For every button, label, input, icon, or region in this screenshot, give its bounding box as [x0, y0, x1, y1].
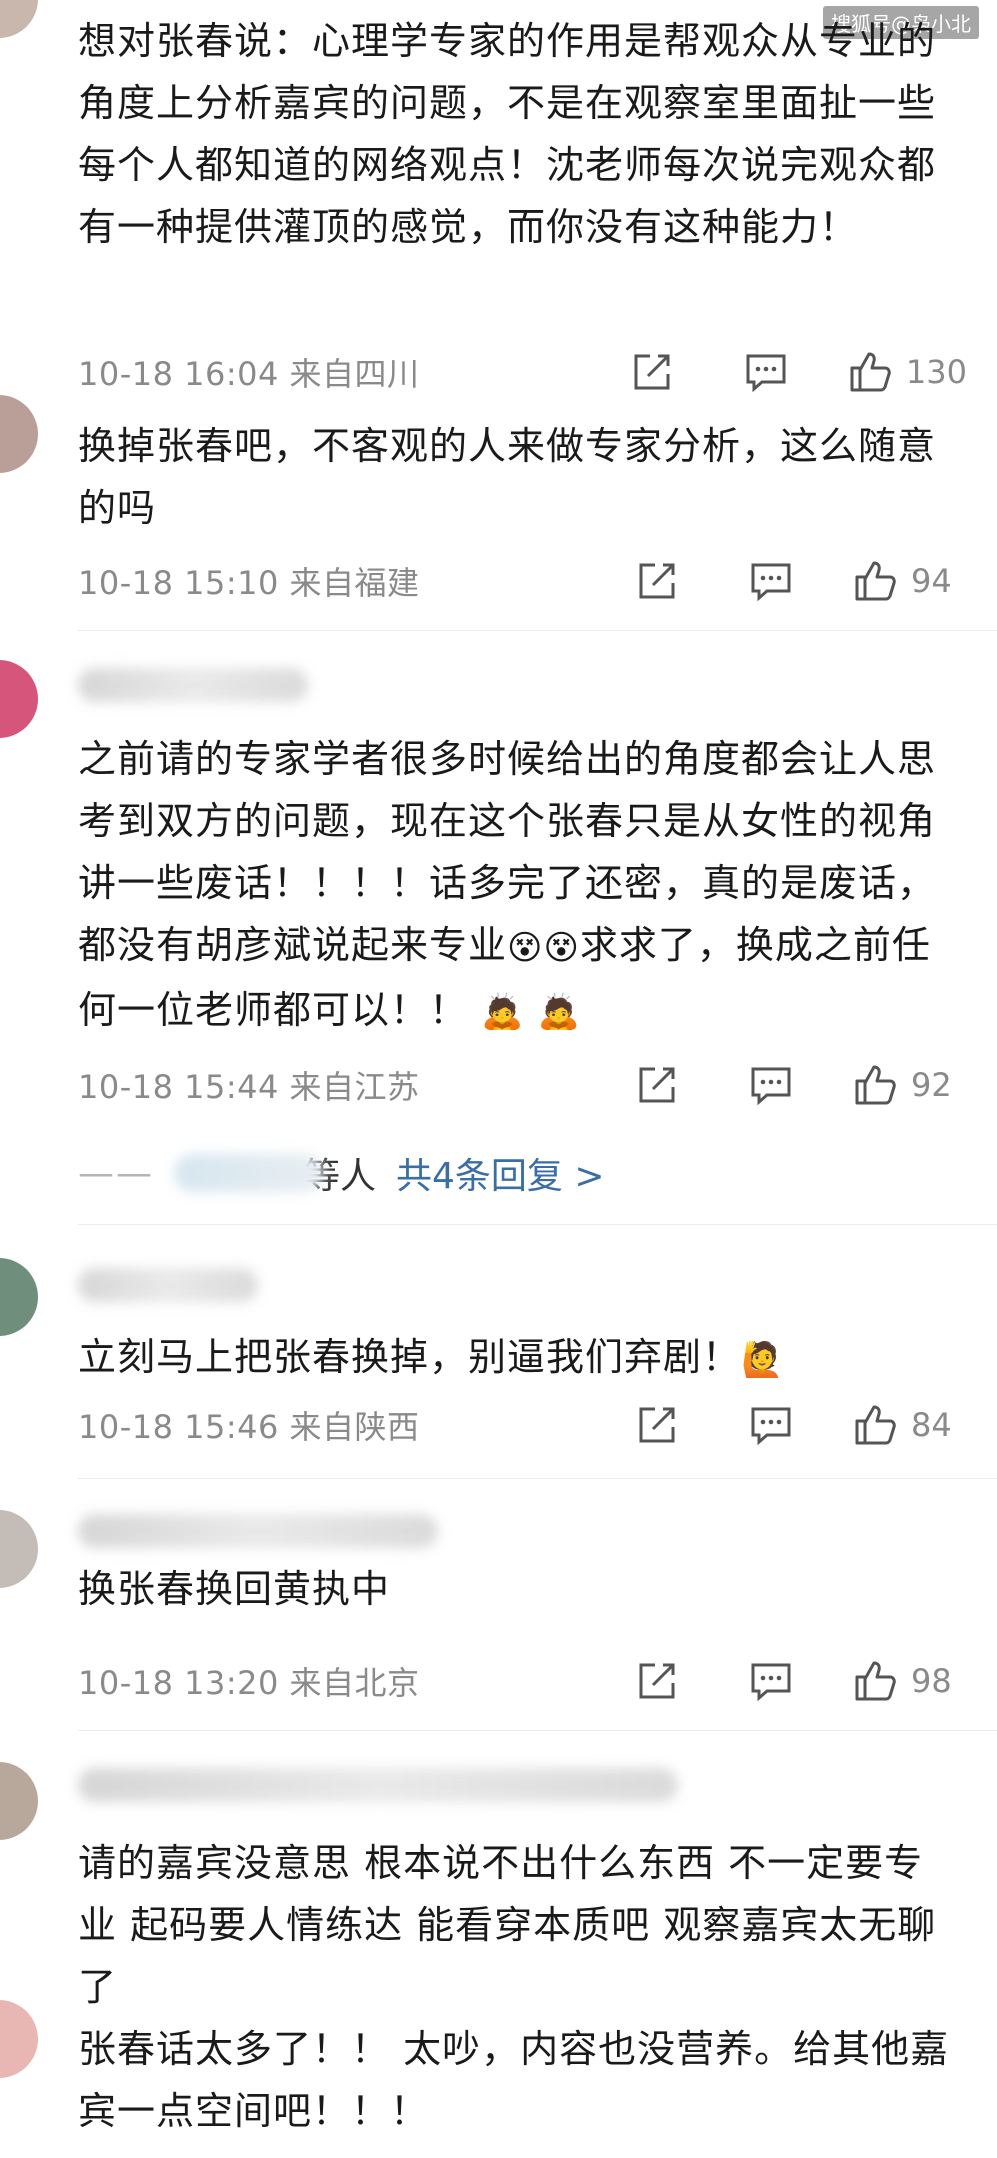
comment-actions: 94 — [565, 556, 967, 606]
share-icon[interactable] — [635, 1403, 679, 1447]
comment-meta: 10-18 15:46 来自陕西 84 — [78, 1400, 967, 1450]
comment-time: 10-18 15:10 来自福建 — [78, 564, 420, 602]
like-button[interactable]: 98 — [853, 1659, 967, 1703]
comment-text: 请的嘉宾没意思 根本说不出什么东西 不一定要专业 起码要人情练达 能看穿本质吧 … — [78, 1841, 937, 2009]
divider — [78, 1224, 997, 1225]
comment-text: 想对张春说：心理学专家的作用是帮观众从专业的角度上分析嘉宾的问题，不是在观察室里… — [78, 19, 937, 249]
comment-icon[interactable] — [749, 1063, 793, 1107]
emoji: 🙇 — [481, 992, 525, 1032]
comment-actions: 130 — [560, 347, 967, 397]
username-blurred[interactable] — [78, 1514, 438, 1548]
comment-meta: 10-18 15:44 来自江苏 92 — [78, 1060, 967, 1110]
like-button[interactable]: 130 — [848, 350, 967, 394]
view-replies-link[interactable]: 共4条回复 > — [396, 1147, 605, 1199]
thumbs-up-icon — [848, 350, 892, 394]
comment-text: 立刻马上把张春换掉，别逼我们弃剧！🙋 — [78, 1326, 958, 1391]
divider — [78, 630, 997, 631]
comment-time: 10-18 13:20 来自北京 — [78, 1664, 420, 1702]
comment-text: 之前请的专家学者很多时候给出的角度都会让人思考到双方的问题，现在这个张春只是从女… — [78, 728, 958, 1043]
thumbs-up-icon — [853, 1063, 897, 1107]
share-icon[interactable] — [635, 1659, 679, 1703]
comment-text: 换张春换回黄执中 — [78, 1567, 391, 1611]
share-icon[interactable] — [630, 350, 674, 394]
comment-time: 10-18 16:04 来自四川 — [78, 355, 420, 393]
like-button[interactable]: 84 — [853, 1403, 967, 1447]
comment-meta: 10-18 15:10 来自福建 94 — [78, 556, 967, 606]
username-blurred[interactable] — [78, 668, 308, 702]
comment-icon[interactable] — [744, 350, 788, 394]
emoji: 🙇 — [537, 992, 581, 1032]
thumbs-up-icon — [853, 1403, 897, 1447]
like-count: 98 — [911, 1662, 952, 1700]
comment-actions: 98 — [565, 1656, 967, 1706]
emoji: 🙋 — [741, 1339, 785, 1380]
avatar[interactable] — [0, 660, 38, 738]
emoji: 😵 — [543, 927, 580, 968]
thumbs-up-icon — [853, 559, 897, 603]
avatar[interactable] — [0, 1258, 38, 1336]
avatar[interactable] — [0, 2000, 38, 2078]
comment-actions: 84 — [565, 1400, 967, 1450]
comment-actions: 92 — [565, 1060, 967, 1110]
avatar[interactable] — [0, 1510, 38, 1588]
replies-summary[interactable]: —— 等人 共4条回复 > — [78, 1148, 605, 1198]
comment-meta: 10-18 13:20 来自北京 98 — [78, 1656, 967, 1706]
replier-names-blurred — [174, 1154, 324, 1192]
avatar[interactable] — [0, 395, 38, 473]
comment-time: 10-18 15:44 来自江苏 — [78, 1068, 420, 1106]
comment-text: 换掉张春吧，不客观的人来做专家分析，这么随意的吗 — [78, 424, 937, 530]
like-count: 84 — [911, 1406, 952, 1444]
comment-icon[interactable] — [749, 559, 793, 603]
divider — [78, 1730, 997, 1731]
like-button[interactable]: 92 — [853, 1063, 967, 1107]
comment-icon[interactable] — [749, 1659, 793, 1703]
divider — [78, 1478, 997, 1479]
emoji: 😵 — [507, 927, 544, 968]
like-button[interactable]: 94 — [853, 559, 967, 603]
like-count: 130 — [905, 353, 967, 391]
username-blurred[interactable] — [78, 1768, 678, 1802]
avatar[interactable] — [0, 0, 38, 38]
like-count: 94 — [911, 562, 952, 600]
comment-text: 张春话太多了！！ 太吵，内容也没营养。给其他嘉宾一点空间吧！！！ — [78, 2027, 950, 2133]
like-count: 92 — [911, 1066, 952, 1104]
avatar[interactable] — [0, 1762, 38, 1840]
comment-icon[interactable] — [749, 1403, 793, 1447]
comment-meta: 10-18 16:04 来自四川 130 — [78, 347, 967, 397]
thumbs-up-icon — [853, 1659, 897, 1703]
share-icon[interactable] — [635, 1063, 679, 1107]
share-icon[interactable] — [635, 559, 679, 603]
replies-dash: —— — [78, 1152, 154, 1194]
username-blurred[interactable] — [78, 1268, 258, 1302]
comment-time: 10-18 15:46 来自陕西 — [78, 1408, 420, 1446]
